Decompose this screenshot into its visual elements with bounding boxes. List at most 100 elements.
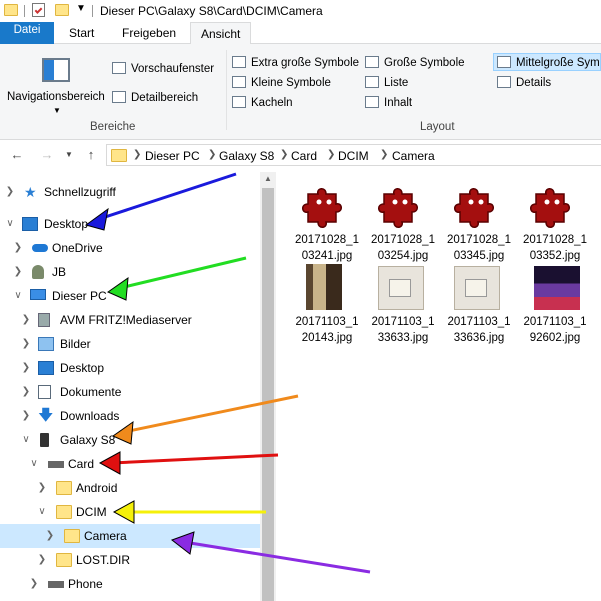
breadcrumb-item[interactable]: Galaxy S8 <box>219 149 274 163</box>
file-name: 20171103_1 <box>447 316 511 328</box>
tree-item-dcim[interactable]: ∨ DCIM <box>0 500 260 524</box>
chevron-down-icon[interactable]: ∨ <box>20 428 32 452</box>
tab-share[interactable]: Freigeben <box>112 22 186 44</box>
tree-label: Dokumente <box>60 385 122 399</box>
tab-view[interactable]: Ansicht <box>190 22 252 45</box>
tree-item-galaxy-s8[interactable]: ∨ Galaxy S8 <box>0 428 260 452</box>
tree-item-desktop[interactable]: ∨ Desktop <box>0 212 260 236</box>
star-icon: ★ <box>24 184 37 200</box>
file-name-ext: 92602.jpg <box>529 332 581 344</box>
small-icons-icon <box>232 75 246 88</box>
tree-item-phone[interactable]: ❯ Phone <box>0 572 260 596</box>
breadcrumb[interactable]: ❯ Dieser PC ❯ Galaxy S8 ❯ Card ❯ DCIM ❯ … <box>106 144 601 166</box>
chevron-right-icon[interactable]: ❯ <box>4 180 16 204</box>
chevron-right-icon[interactable]: ❯ <box>20 404 32 428</box>
file-item[interactable]: 20171028_1 03352.jpg <box>520 180 590 264</box>
file-item[interactable]: 20171103_1 33633.jpg <box>368 262 438 346</box>
computer-icon <box>30 289 46 300</box>
pictures-icon <box>38 337 54 351</box>
tree-label: Bilder <box>60 337 91 351</box>
forward-icon[interactable]: → <box>38 146 56 164</box>
file-name: 20171103_1 <box>523 316 587 328</box>
preview-pane-icon <box>112 61 126 74</box>
file-name: 20171103_1 <box>295 316 359 328</box>
tree-item-quick-access[interactable]: ❯ ★ Schnellzugriff <box>0 180 260 204</box>
puzzle-image-icon <box>302 188 342 228</box>
breadcrumb-item[interactable]: Card <box>291 149 317 163</box>
layout-content[interactable]: Inhalt <box>365 94 412 112</box>
chevron-right-icon[interactable]: ❯ <box>20 356 32 380</box>
layout-medium-icons[interactable]: Mittelgroße Sym <box>493 53 601 71</box>
file-item[interactable]: 20171103_1 92602.jpg <box>520 262 590 346</box>
tree-item-desktop-pc[interactable]: ❯ Desktop <box>0 356 260 380</box>
chevron-right-icon[interactable]: ❯ <box>36 548 48 572</box>
ribbon-tabs: Datei Start Freigeben Ansicht <box>0 22 601 45</box>
chevron-right-icon[interactable]: ❯ <box>12 236 24 260</box>
layout-details[interactable]: Details <box>497 74 551 92</box>
layout-list[interactable]: Liste <box>365 74 408 92</box>
back-icon[interactable]: ← <box>8 146 26 164</box>
tree-item-card[interactable]: ∨ Card <box>0 452 260 476</box>
file-item[interactable]: 20171103_1 20143.jpg <box>292 262 362 346</box>
address-bar: ← → ▼ ↑ ❯ Dieser PC ❯ Galaxy S8 ❯ Card ❯… <box>0 142 601 168</box>
breadcrumb-item[interactable]: Camera <box>392 149 435 163</box>
tree-item-onedrive[interactable]: ❯ OneDrive <box>0 236 260 260</box>
preview-pane-button[interactable]: Vorschaufenster <box>112 60 214 78</box>
chevron-right-icon[interactable]: ❯ <box>44 524 56 548</box>
file-item[interactable]: 20171028_1 03254.jpg <box>368 180 438 264</box>
chevron-right-icon[interactable]: ❯ <box>20 332 32 356</box>
file-item[interactable]: 20171103_1 33636.jpg <box>444 262 514 346</box>
breadcrumb-item[interactable]: DCIM <box>338 149 369 163</box>
tree-item-documents[interactable]: ❯ Dokumente <box>0 380 260 404</box>
tree-scrollbar[interactable]: ▲ <box>260 172 276 601</box>
chevron-down-icon[interactable]: ∨ <box>28 452 40 476</box>
tree-item-avm-mediaserver[interactable]: ❯ AVM FRITZ!Mediaserver <box>0 308 260 332</box>
scrollbar-thumb[interactable] <box>262 188 274 601</box>
tree-item-downloads[interactable]: ❯ 🡇 Downloads <box>0 404 260 428</box>
navigation-pane-button[interactable]: Navigationsbereich ▼ <box>4 50 108 115</box>
tree-label: Desktop <box>60 361 105 375</box>
tree-item-pictures[interactable]: ❯ Bilder <box>0 332 260 356</box>
layout-small-icons[interactable]: Kleine Symbole <box>232 74 331 92</box>
layout-tiles[interactable]: Kacheln <box>232 94 293 112</box>
tree-item-jb[interactable]: ❯ JB <box>0 260 260 284</box>
tab-start[interactable]: Start <box>59 22 104 44</box>
download-icon: 🡇 <box>38 407 54 424</box>
new-folder-icon[interactable] <box>55 4 69 16</box>
puzzle-image-icon <box>454 188 494 228</box>
large-icons-icon <box>365 55 379 68</box>
tab-file[interactable]: Datei <box>0 22 54 44</box>
tree-label: Phone <box>68 577 103 591</box>
chevron-right-icon[interactable]: ❯ <box>28 572 40 596</box>
file-item[interactable]: 20171028_1 03345.jpg <box>444 180 514 264</box>
file-item[interactable]: 20171028_1 03241.jpg <box>292 180 362 264</box>
properties-icon[interactable] <box>32 3 45 17</box>
tree-item-camera[interactable]: ❯ Camera <box>0 524 260 548</box>
recent-locations-icon[interactable]: ▼ <box>60 146 78 164</box>
tree-item-android[interactable]: ❯ Android <box>0 476 260 500</box>
chevron-right-icon[interactable]: ❯ <box>12 260 24 284</box>
preview-pane-label: Vorschaufenster <box>131 63 215 75</box>
file-name: 20171028_1 <box>295 234 359 246</box>
media-server-icon <box>38 313 50 327</box>
layout-extra-large-icons[interactable]: Extra große Symbole <box>232 54 359 72</box>
chevron-down-icon[interactable]: ∨ <box>36 500 48 524</box>
layout-large-icons[interactable]: Große Symbole <box>365 54 465 72</box>
scroll-up-icon[interactable]: ▲ <box>264 174 272 183</box>
file-name: 20171028_1 <box>523 234 587 246</box>
phone-icon <box>40 433 49 447</box>
up-icon[interactable]: ↑ <box>82 146 100 164</box>
title-bar: ▼ Dieser PC\Galaxy S8\Card\DCIM\Camera <box>0 0 601 22</box>
quick-access-dropdown-icon[interactable]: ▼ <box>76 3 86 14</box>
chevron-right-icon[interactable]: ❯ <box>20 308 32 332</box>
chevron-right-icon[interactable]: ❯ <box>36 476 48 500</box>
photo-thumbnail-icon <box>454 266 500 310</box>
breadcrumb-item[interactable]: Dieser PC <box>145 149 200 163</box>
puzzle-image-icon <box>378 188 418 228</box>
tree-item-lost-dir[interactable]: ❯ LOST.DIR <box>0 548 260 572</box>
tree-item-this-pc[interactable]: ∨ Dieser PC <box>0 284 260 308</box>
details-pane-button[interactable]: Detailbereich <box>112 89 198 107</box>
chevron-down-icon[interactable]: ∨ <box>12 284 24 308</box>
chevron-down-icon[interactable]: ∨ <box>4 212 16 236</box>
chevron-right-icon[interactable]: ❯ <box>20 380 32 404</box>
